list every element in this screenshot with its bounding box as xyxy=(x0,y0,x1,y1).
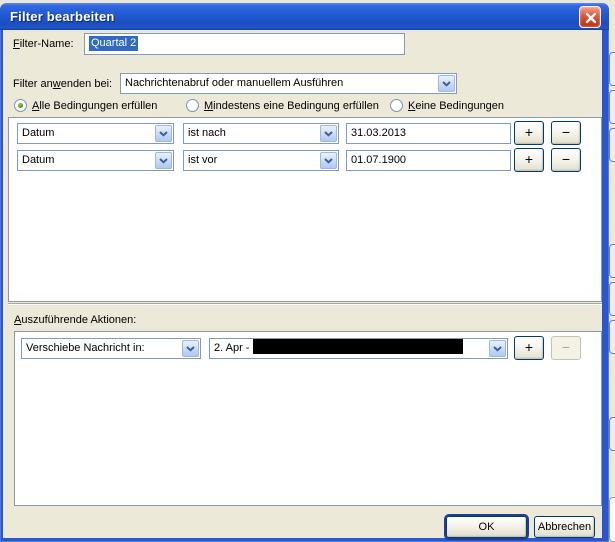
radio-label: Alle Bedingungen erfüllen xyxy=(32,99,158,112)
conditions-list: Datum ist nach 31.03.2013 + − Datum ist … xyxy=(8,117,602,302)
screen: Filter bearbeiten Filter-Name: Quartal 2… xyxy=(0,0,615,542)
dialog-client-area: Filter-Name: Quartal 2 Filter anwenden b… xyxy=(3,30,602,538)
condition-operator-select[interactable]: ist nach xyxy=(183,123,339,144)
radio-button-icon xyxy=(390,99,403,112)
apply-when-label: Filter anwenden bei: xyxy=(13,78,113,90)
chevron-down-icon[interactable] xyxy=(182,340,199,357)
cancel-button[interactable]: Abbrechen xyxy=(534,516,595,538)
actions-label: Auszuführende Aktionen: xyxy=(14,314,137,326)
background-window-fragment xyxy=(609,52,615,86)
remove-condition-button[interactable]: − xyxy=(551,148,581,172)
radio-button-icon xyxy=(186,99,199,112)
background-window-fragment xyxy=(609,497,615,542)
radio-mindestens-eine-bedingung[interactable]: Mindestens eine Bedingung erfüllen xyxy=(186,98,379,113)
apply-when-select[interactable]: Nachrichtenabruf oder manuellem Ausführe… xyxy=(120,73,457,94)
chevron-down-icon[interactable] xyxy=(155,125,172,142)
background-window-sliver xyxy=(608,0,615,542)
close-icon xyxy=(585,12,597,24)
titlebar[interactable]: Filter bearbeiten xyxy=(0,3,609,30)
redacted-folder-name xyxy=(252,339,463,354)
chevron-down-icon[interactable] xyxy=(489,340,506,357)
close-button[interactable] xyxy=(579,6,601,28)
action-target-folder-select[interactable]: 2. Apr - xyxy=(209,338,508,359)
filter-edit-dialog: Filter bearbeiten Filter-Name: Quartal 2… xyxy=(0,3,609,542)
condition-field-select[interactable]: Datum xyxy=(17,150,174,171)
background-window-fragment xyxy=(609,90,615,124)
chevron-down-icon[interactable] xyxy=(320,125,337,142)
filter-name-input[interactable]: Quartal 2 xyxy=(84,33,405,55)
window-title: Filter bearbeiten xyxy=(10,9,115,24)
add-condition-button[interactable]: + xyxy=(514,148,544,172)
background-window-fragment xyxy=(609,320,615,354)
remove-condition-button[interactable]: − xyxy=(551,121,581,145)
filter-name-selected-text: Quartal 2 xyxy=(89,36,139,51)
radio-alle-bedingungen[interactable]: Alle Bedingungen erfüllen xyxy=(14,98,157,113)
condition-value-input[interactable]: 01.07.1900 xyxy=(346,150,511,171)
background-window-fragment xyxy=(609,128,615,162)
chevron-down-icon[interactable] xyxy=(320,152,337,169)
add-condition-button[interactable]: + xyxy=(514,121,544,145)
chevron-down-icon[interactable] xyxy=(155,152,172,169)
background-window-fragment xyxy=(609,244,615,278)
background-window-fragment xyxy=(609,417,615,451)
filter-name-label: Filter-Name: xyxy=(13,38,74,50)
section-separator xyxy=(8,303,602,305)
condition-value-input[interactable]: 31.03.2013 xyxy=(346,123,511,144)
add-action-button[interactable]: + xyxy=(514,336,544,360)
condition-operator-select[interactable]: ist vor xyxy=(183,150,339,171)
radio-button-icon xyxy=(14,99,27,112)
chevron-down-icon[interactable] xyxy=(438,75,455,92)
actions-list: Verschiebe Nachricht in: 2. Apr - + − xyxy=(14,331,602,506)
action-type-select[interactable]: Verschiebe Nachricht in: xyxy=(21,338,201,359)
remove-action-button: − xyxy=(551,336,581,360)
radio-label: Keine Bedingungen xyxy=(408,99,505,112)
radio-label: Mindestens eine Bedingung erfüllen xyxy=(204,99,379,112)
background-window-fragment xyxy=(609,282,615,316)
ok-button[interactable]: OK xyxy=(446,516,527,538)
condition-field-select[interactable]: Datum xyxy=(17,123,174,144)
radio-keine-bedingungen[interactable]: Keine Bedingungen xyxy=(390,98,504,113)
